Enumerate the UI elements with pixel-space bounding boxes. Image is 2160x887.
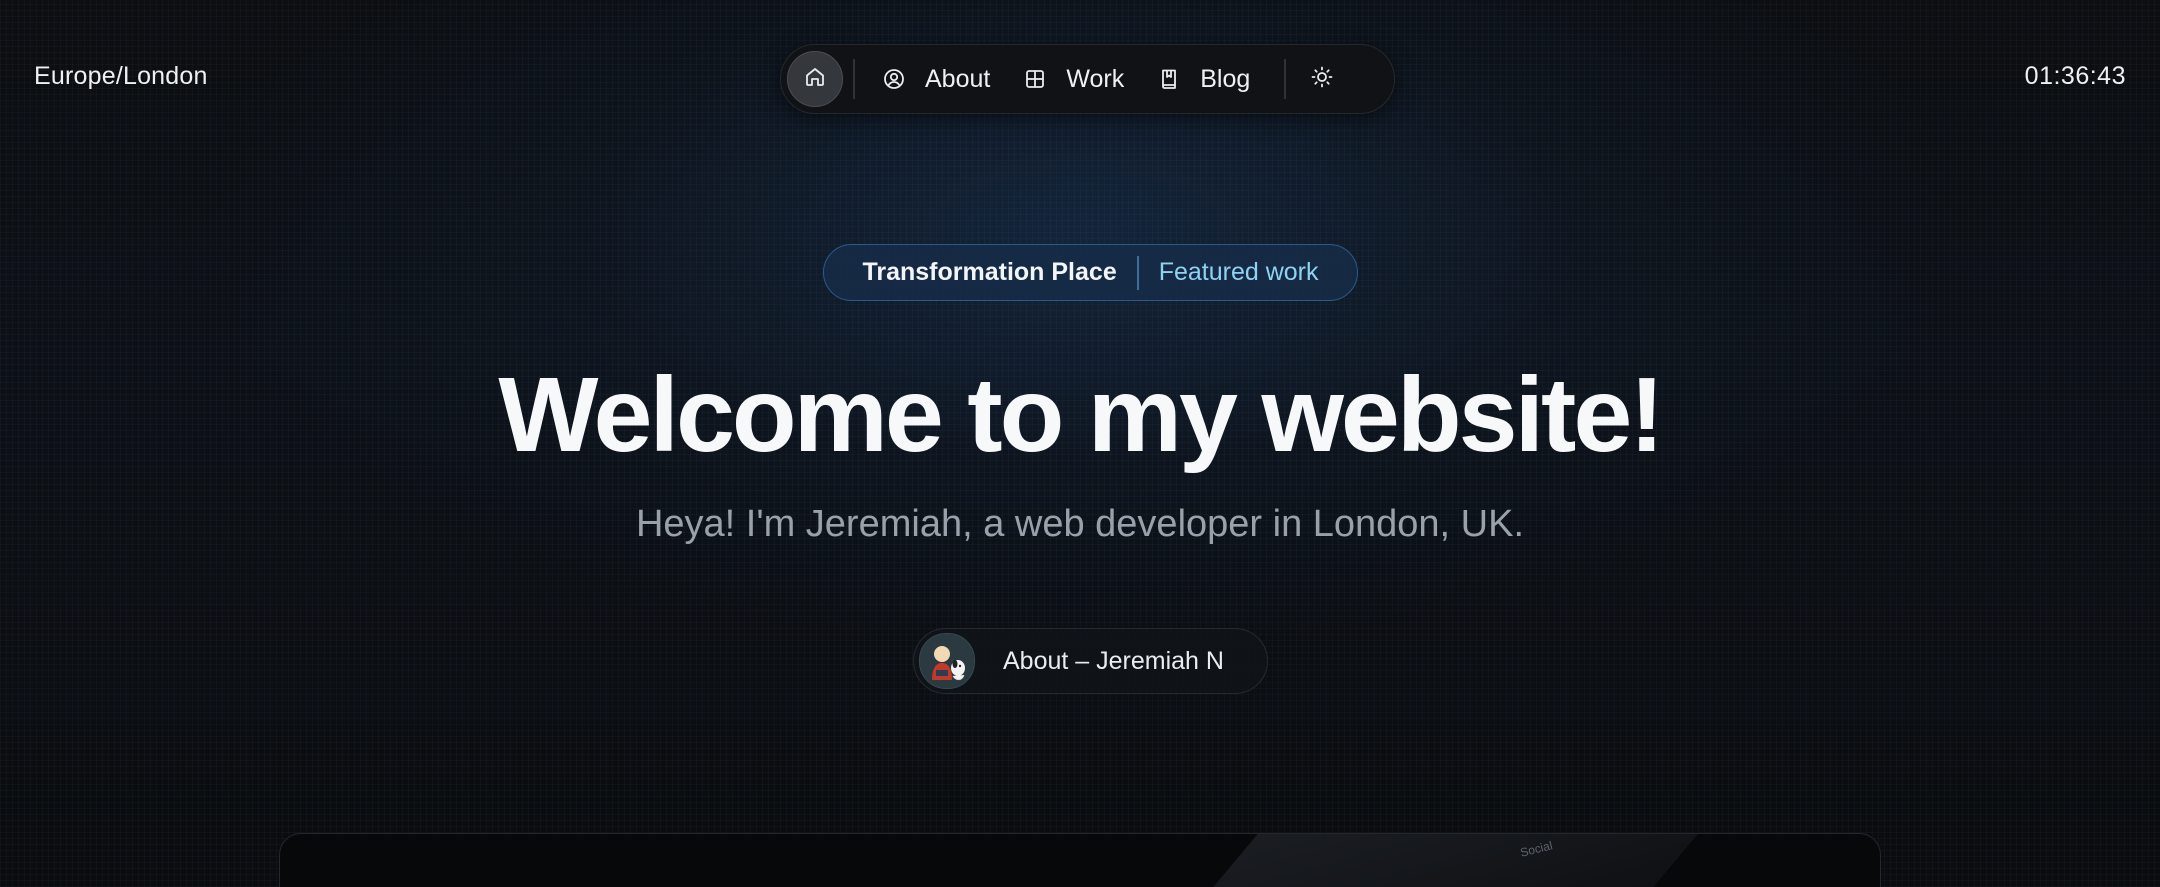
about-button[interactable]: About – Jeremiah N xyxy=(913,628,1268,694)
featured-work-badge[interactable]: Transformation Place Featured work xyxy=(823,244,1358,301)
nav-item-label: Blog xyxy=(1200,64,1251,93)
main-nav: About Work Blog xyxy=(780,44,1395,114)
nav-item-label: Work xyxy=(1066,64,1125,93)
timezone-label: Europe/London xyxy=(34,62,208,90)
nav-divider xyxy=(853,59,855,99)
top-bar: Europe/London About Work Blog 01:36:43 xyxy=(0,0,2160,160)
preview-graphic xyxy=(1182,834,1698,887)
grid-icon xyxy=(1022,66,1048,92)
home-icon xyxy=(803,65,827,94)
avatar xyxy=(919,633,975,689)
featured-work-link[interactable]: Featured work xyxy=(1159,258,1319,287)
page: Europe/London About Work Blog 01:36:43 T… xyxy=(0,0,2160,887)
badge-divider xyxy=(1136,255,1139,290)
hero-title: Welcome to my website! xyxy=(498,356,1664,474)
nav-item-about[interactable]: About xyxy=(869,51,1002,107)
about-button-label: About – Jeremiah N xyxy=(1003,646,1224,675)
hero-subtitle: Heya! I'm Jeremiah, a web developer in L… xyxy=(635,503,1525,545)
user-circle-icon xyxy=(881,66,907,92)
nav-item-work[interactable]: Work xyxy=(1010,51,1136,107)
nav-item-label: About xyxy=(925,64,991,93)
home-button[interactable] xyxy=(787,51,843,107)
nav-divider xyxy=(1284,59,1287,99)
sun-icon xyxy=(1310,65,1334,94)
clock-display: 01:36:43 xyxy=(2024,62,2126,90)
badge-title: Transformation Place xyxy=(862,258,1117,286)
book-icon xyxy=(1156,66,1182,92)
theme-toggle-button[interactable] xyxy=(1300,57,1344,101)
nav-item-blog[interactable]: Blog xyxy=(1144,51,1262,107)
project-preview-card[interactable]: Social xyxy=(279,833,1881,887)
